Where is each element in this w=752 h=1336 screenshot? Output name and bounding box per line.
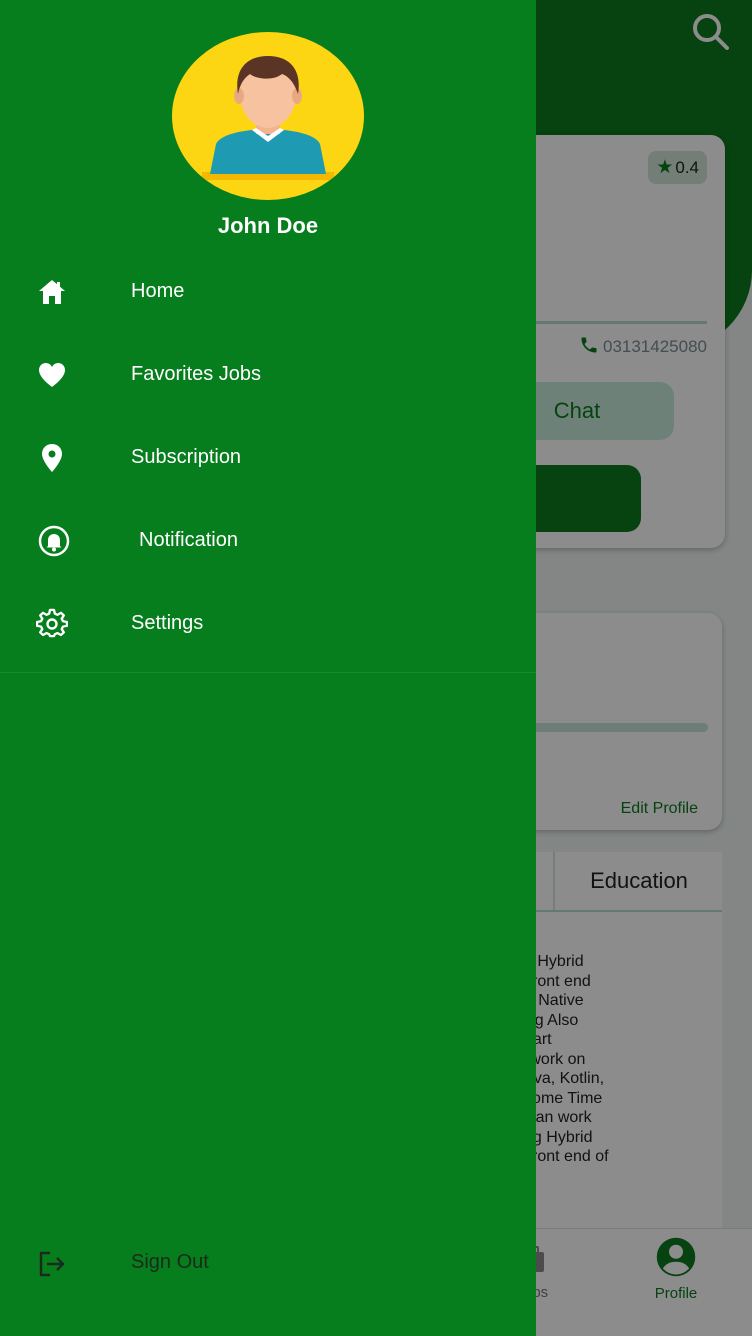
menu-label-notification: Notification: [139, 529, 238, 551]
home-icon: [39, 280, 65, 304]
menu-label-subscription: Subscription: [131, 446, 242, 468]
menu-item-home[interactable]: Home: [0, 260, 536, 324]
navigation-drawer: John Doe Home Favorites Jobs Subscriptio…: [0, 0, 536, 1336]
heart-icon: [39, 363, 65, 387]
sign-out-label: Sign Out: [131, 1251, 209, 1273]
menu-label-settings: Settings: [131, 612, 204, 634]
logout-icon: [39, 1251, 65, 1277]
user-avatar-illustration: [202, 56, 334, 180]
gear-icon: [36, 608, 68, 638]
menu-item-subscription[interactable]: Subscription: [0, 426, 536, 490]
app-screen: ★ 0.4 03131425080 Chat Edit Profile Educa…: [0, 0, 752, 1336]
user-name: John Doe: [217, 213, 319, 238]
menu-item-favorites-jobs[interactable]: Favorites Jobs: [0, 343, 536, 407]
sign-out-button[interactable]: Sign Out: [0, 1232, 536, 1296]
menu-label-favorites-jobs: Favorites Jobs: [131, 363, 262, 385]
menu-item-notification[interactable]: Notification: [0, 509, 536, 573]
drawer-divider: [0, 672, 536, 673]
location-pin-icon: [42, 444, 62, 472]
menu-item-settings[interactable]: Settings: [0, 592, 536, 656]
bell-icon: [38, 525, 70, 557]
avatar[interactable]: [172, 32, 364, 200]
menu-label-home: Home: [131, 280, 185, 302]
